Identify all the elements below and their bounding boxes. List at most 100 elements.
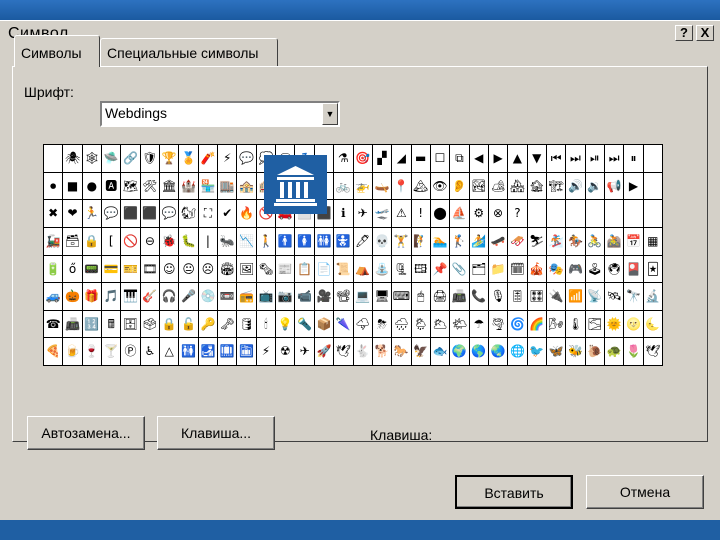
symbol-cell[interactable]: 🔊 — [566, 172, 585, 200]
symbol-cell[interactable]: 🔦 — [295, 310, 314, 338]
close-button[interactable]: X — [696, 25, 714, 41]
symbol-cell[interactable]: ⚡ — [218, 145, 237, 172]
symbol-cell[interactable]: 📷 — [276, 283, 295, 310]
symbol-cell[interactable]: 💿 — [198, 283, 218, 310]
symbol-cell[interactable]: 🚻 — [314, 227, 334, 255]
symbol-cell[interactable]: 🕸 — [82, 145, 102, 172]
symbol-cell[interactable]: 🔋 — [44, 255, 63, 283]
symbol-cell[interactable]: 🖩 — [102, 310, 121, 338]
symbol-cell[interactable]: 🔢 — [82, 310, 102, 338]
symbol-cell[interactable]: ⛵ — [450, 200, 469, 227]
symbol-cell[interactable]: 🎃 — [63, 283, 82, 310]
symbol-cell[interactable]: ✈ — [353, 200, 372, 227]
symbol-cell[interactable]: 🎮 — [566, 255, 585, 283]
symbol-cell[interactable]: 📄 — [314, 255, 334, 283]
symbol-cell[interactable]: ■ — [63, 172, 82, 200]
symbol-cell[interactable]: ⛶ — [198, 200, 218, 227]
symbol-cell[interactable]: ? — [508, 200, 527, 227]
symbol-cell[interactable]: ● — [82, 172, 102, 200]
symbol-cell[interactable]: ⬛ — [140, 200, 160, 227]
symbol-cell[interactable]: 🚵 — [604, 227, 624, 255]
symbol-cell[interactable]: 🖥 — [372, 283, 392, 310]
symbol-cell[interactable]: 🎪 — [527, 255, 546, 283]
symbol-cell[interactable]: 🔑 — [198, 310, 218, 338]
symbol-cell[interactable]: 📜 — [334, 255, 353, 283]
symbol-cell[interactable]: 🔥 — [237, 200, 256, 227]
symbol-cell[interactable]: 🖲 — [604, 255, 624, 283]
symbol-cell[interactable]: ▬ — [411, 145, 430, 172]
symbol-cell[interactable]: 📶 — [566, 283, 585, 310]
symbol-cell[interactable] — [546, 200, 566, 227]
symbol-cell[interactable]: 🎹 — [121, 283, 140, 310]
symbol-cell[interactable]: 🎚 — [508, 283, 527, 310]
symbol-cell[interactable]: ✔ — [218, 200, 237, 227]
symbol-cell[interactable]: 🌦 — [411, 310, 430, 338]
symbol-cell[interactable]: 🏕 — [488, 172, 508, 200]
symbol-cell[interactable]: ⏯ — [585, 145, 604, 172]
symbol-cell[interactable]: 🔒 — [82, 227, 102, 255]
symbol-cell[interactable]: 🛃 — [198, 338, 218, 365]
symbol-cell[interactable]: 🗃 — [63, 227, 82, 255]
symbol-cell[interactable]: 🛶 — [372, 172, 392, 200]
autocorrect-button[interactable]: Автозамена... — [27, 416, 145, 450]
symbol-cell[interactable]: 🎭 — [546, 255, 566, 283]
symbol-cell[interactable]: △ — [160, 338, 179, 365]
symbol-cell[interactable]: 🕷 — [63, 145, 82, 172]
symbol-cell[interactable]: 🌩 — [353, 310, 372, 338]
symbol-cell[interactable]: 🐕 — [372, 338, 392, 365]
symbol-cell[interactable]: 📟 — [82, 255, 102, 283]
symbol-cell[interactable]: 🌤 — [450, 310, 469, 338]
symbol-cell[interactable]: 🏪 — [198, 172, 218, 200]
symbol-cell[interactable]: 🍷 — [82, 338, 102, 365]
symbol-cell[interactable]: 💻 — [353, 283, 372, 310]
symbol-cell[interactable]: 🏚 — [527, 172, 546, 200]
symbol-cell[interactable]: 🐦 — [527, 338, 546, 365]
symbol-cell[interactable]: 🌡 — [566, 310, 585, 338]
symbol-cell[interactable]: ▦ — [643, 227, 662, 255]
symbol-cell[interactable]: 🦅 — [411, 338, 430, 365]
symbol-cell[interactable]: 🌍 — [450, 338, 469, 365]
symbol-cell[interactable]: 🐇 — [353, 338, 372, 365]
symbol-cell[interactable]: ⏸ — [624, 145, 643, 172]
symbol-cell[interactable]: 🎧 — [160, 283, 179, 310]
symbol-cell[interactable]: 🏗 — [546, 172, 566, 200]
cancel-button[interactable]: Отмена — [586, 475, 704, 509]
symbol-cell[interactable]: 🍸 — [102, 338, 121, 365]
symbol-cell[interactable]: ⛈ — [372, 310, 392, 338]
symbol-cell[interactable]: ☂ — [469, 310, 488, 338]
symbol-cell[interactable]: 🔬 — [643, 283, 662, 310]
symbol-cell[interactable]: 💬 — [160, 200, 179, 227]
symbol-cell[interactable] — [566, 200, 585, 227]
symbol-cell[interactable]: 📹 — [295, 283, 314, 310]
symbol-cell[interactable]: 🌷 — [624, 338, 643, 365]
symbol-cell[interactable]: 🗜 — [392, 255, 411, 283]
symbol-cell[interactable]: 🏰 — [179, 172, 198, 200]
symbol-cell[interactable]: 🖱 — [411, 283, 430, 310]
symbol-cell[interactable]: 🛹 — [488, 227, 508, 255]
symbol-cell[interactable] — [527, 200, 546, 227]
symbol-cell[interactable]: 🌧 — [392, 310, 411, 338]
symbol-cell[interactable]: 🐟 — [430, 338, 450, 365]
symbol-cell[interactable]: 🛡 — [140, 145, 160, 172]
symbol-cell[interactable]: 🖊 — [353, 227, 372, 255]
symbol-cell[interactable]: 📺 — [256, 283, 276, 310]
symbol-cell[interactable]: 🗝 — [218, 310, 237, 338]
symbol-cell[interactable]: 🌝 — [624, 310, 643, 338]
symbol-cell[interactable]: 📦 — [314, 310, 334, 338]
symbol-cell[interactable]: 🛄 — [218, 338, 237, 365]
symbol-cell[interactable]: 🐿 — [179, 200, 198, 227]
symbol-cell[interactable]: 💀 — [372, 227, 392, 255]
symbol-cell[interactable]: ☺ — [160, 255, 179, 283]
symbol-cell[interactable]: 🚶 — [256, 227, 276, 255]
symbol-cell[interactable]: 🌀 — [508, 310, 527, 338]
symbol-cell[interactable]: ✖ — [44, 200, 63, 227]
symbol-cell[interactable]: 📠 — [63, 310, 82, 338]
symbol-cell[interactable]: ⌨ — [392, 283, 411, 310]
symbol-cell[interactable]: 📰 — [276, 255, 295, 283]
symbol-cell[interactable]: 🗞 — [256, 255, 276, 283]
symbol-cell[interactable] — [585, 200, 604, 227]
symbol-cell[interactable]: 🛠 — [140, 172, 160, 200]
symbol-cell[interactable]: 🎯 — [353, 145, 372, 172]
symbol-cell[interactable]: 🏃 — [82, 200, 102, 227]
symbol-cell[interactable]: 🐌 — [585, 338, 604, 365]
